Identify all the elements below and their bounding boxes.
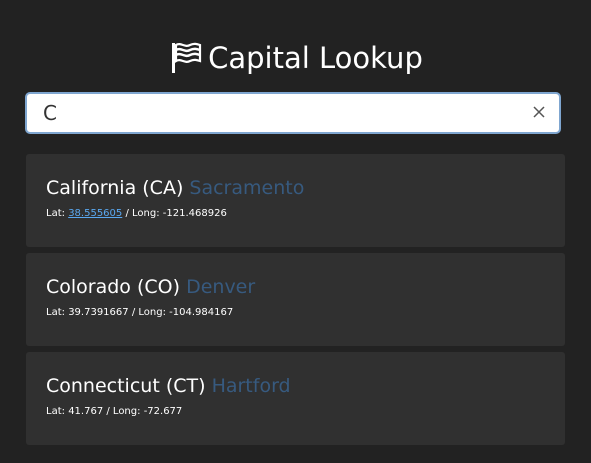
latitude-value: 39.7391667 — [68, 307, 129, 318]
page-header: Capital Lookup — [0, 36, 591, 80]
long-label: / Long: — [125, 208, 160, 219]
coordinates: Lat: 38.555605 / Long: -121.468926 — [46, 208, 545, 219]
lat-label: Lat: — [46, 208, 65, 219]
lat-label: Lat: — [46, 307, 65, 318]
result-heading: Colorado (CO) Denver — [46, 275, 545, 299]
clear-search-button[interactable] — [519, 94, 559, 132]
capital-name: Sacramento — [189, 177, 305, 199]
capital-name: Hartford — [211, 375, 291, 397]
long-label: / Long: — [106, 406, 141, 417]
search-input[interactable] — [27, 95, 519, 131]
flag-icon — [168, 40, 204, 76]
results-list: California (CA) Sacramento Lat: 38.55560… — [26, 154, 565, 451]
capital-name: Denver — [186, 276, 256, 298]
app-root: Capital Lookup California (CA) Sacrament… — [0, 0, 591, 463]
coordinates: Lat: 39.7391667 / Long: -104.984167 — [46, 307, 545, 318]
longitude-value: -72.677 — [143, 406, 183, 417]
state-name: Connecticut (CT) — [46, 375, 206, 397]
result-card[interactable]: Colorado (CO) Denver Lat: 39.7391667 / L… — [26, 253, 565, 346]
latitude-value: 41.767 — [68, 406, 104, 417]
latitude-link[interactable]: 38.555605 — [68, 208, 122, 219]
state-name: California (CA) — [46, 177, 184, 199]
page-title: Capital Lookup — [208, 41, 423, 75]
longitude-value: -121.468926 — [162, 208, 227, 219]
result-heading: Connecticut (CT) Hartford — [46, 374, 545, 398]
search-box — [25, 92, 561, 134]
longitude-value: -104.984167 — [169, 307, 234, 318]
result-heading: California (CA) Sacramento — [46, 176, 545, 200]
long-label: / Long: — [131, 307, 166, 318]
coordinates: Lat: 41.767 / Long: -72.677 — [46, 406, 545, 417]
close-icon — [532, 104, 546, 123]
result-card[interactable]: Connecticut (CT) Hartford Lat: 41.767 / … — [26, 352, 565, 445]
lat-label: Lat: — [46, 406, 65, 417]
state-name: Colorado (CO) — [46, 276, 181, 298]
result-card[interactable]: California (CA) Sacramento Lat: 38.55560… — [26, 154, 565, 247]
